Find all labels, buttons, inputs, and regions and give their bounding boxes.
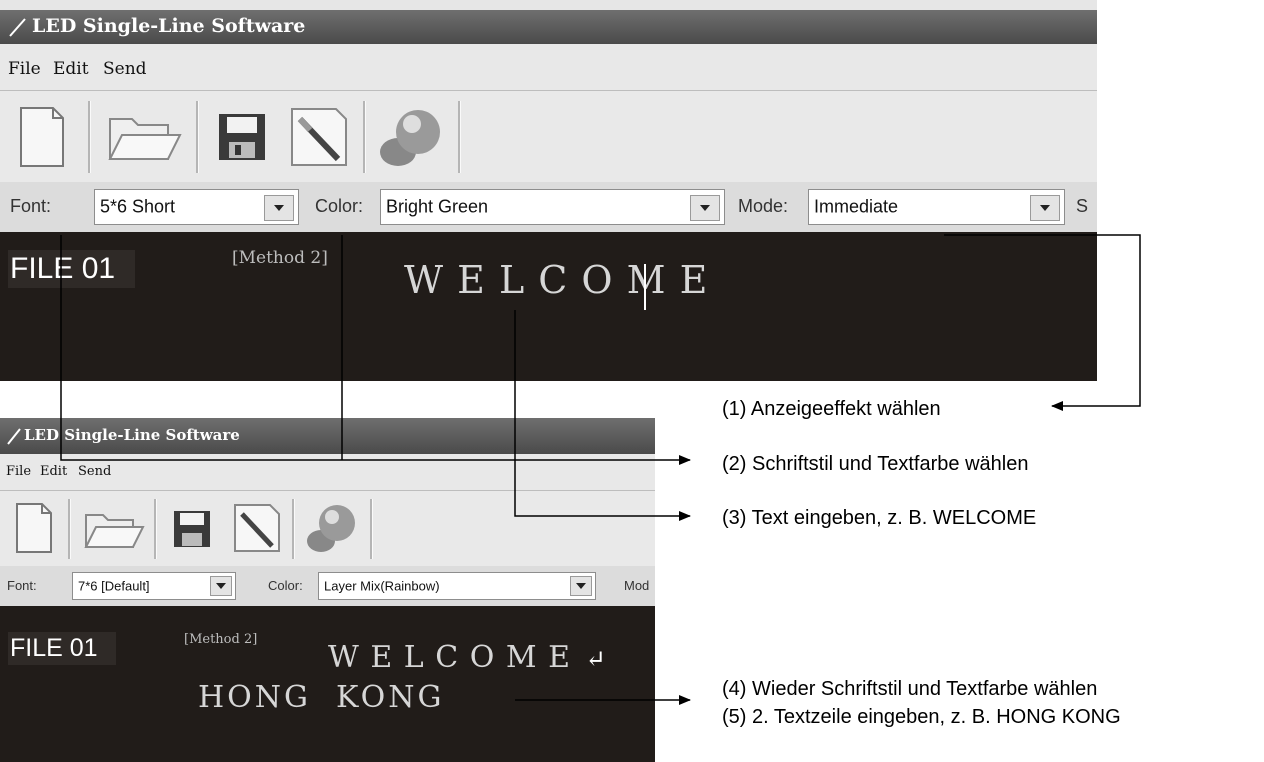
connector-line-1 <box>944 234 1141 411</box>
connector-line-3 <box>514 310 691 521</box>
connector-line-2a <box>60 235 691 465</box>
callout-lines <box>60 234 1141 705</box>
